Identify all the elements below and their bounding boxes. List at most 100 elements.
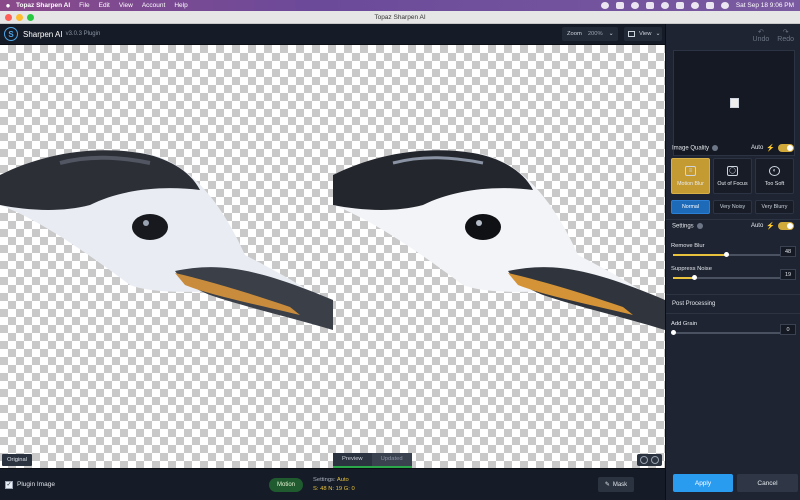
- lightning-icon: ⚡: [766, 223, 775, 230]
- image-quality-auto-toggle[interactable]: [778, 144, 794, 152]
- undo-icon: ↶: [757, 29, 764, 36]
- image-quality-auto: Auto ⚡: [751, 144, 794, 152]
- battery-icon[interactable]: [675, 2, 684, 9]
- plugin-image-checkbox[interactable]: ✓: [5, 481, 13, 489]
- window-title: Topaz Sharpen AI: [374, 13, 426, 21]
- settings-summary: Settings: Auto S: 48 N: 19 G: 0: [313, 476, 355, 494]
- menu-file[interactable]: File: [79, 2, 89, 9]
- remove-blur-label: Remove Blur: [671, 243, 705, 249]
- mac-menubar: ● Topaz Sharpen AI File Edit View Accoun…: [0, 0, 800, 11]
- settings-summary-value: Auto: [336, 477, 349, 483]
- info-icon[interactable]: [712, 145, 719, 151]
- status-icon[interactable]: [645, 2, 654, 9]
- preview-tabs: Preview Updated: [333, 453, 412, 468]
- mode-label: Motion Blur: [677, 180, 704, 187]
- g-label: G:: [343, 486, 350, 492]
- suppress-noise-knob[interactable]: [691, 275, 697, 280]
- status-icon[interactable]: [660, 2, 669, 9]
- blur-mode-selector: ≡ Motion Blur ◯ Out of Focus ◐ Too Soft: [671, 158, 794, 194]
- menu-edit[interactable]: Edit: [99, 2, 110, 9]
- undo-label: Undo: [752, 36, 770, 43]
- remove-blur-knob[interactable]: [723, 252, 729, 257]
- g-value: 0: [351, 486, 355, 492]
- tab-preview[interactable]: Preview: [333, 453, 372, 468]
- add-grain-track[interactable]: [671, 330, 783, 335]
- suppress-noise-fill: [673, 277, 694, 279]
- undo-button[interactable]: ↶ Undo: [753, 28, 770, 43]
- menubar-app-name[interactable]: Topaz Sharpen AI: [16, 2, 70, 9]
- n-value: 19: [335, 486, 343, 492]
- auto-label: Auto: [750, 145, 764, 151]
- image-canvas[interactable]: Original Preview Updated: [0, 45, 665, 468]
- compare-alt-icon[interactable]: [651, 456, 659, 464]
- mask-button-label: Mask: [612, 481, 628, 488]
- s-value: 48: [320, 486, 327, 492]
- minimize-window-icon[interactable]: [16, 14, 23, 21]
- search-icon[interactable]: [705, 2, 714, 9]
- suppress-noise-value[interactable]: 19: [780, 269, 796, 280]
- settings-auto-toggle[interactable]: [778, 222, 794, 230]
- close-window-icon[interactable]: [5, 14, 12, 21]
- settings-title: Settings: [672, 223, 703, 230]
- window-titlebar: Topaz Sharpen AI: [0, 11, 800, 24]
- divider: [666, 313, 800, 314]
- too-soft-icon: ◐: [769, 165, 780, 176]
- mode-label: Too Soft: [764, 180, 785, 187]
- control-center-icon[interactable]: [720, 2, 729, 9]
- add-grain-value[interactable]: 0: [780, 324, 796, 335]
- zoom-dropdown[interactable]: Zoom 200% ⌄: [562, 27, 618, 41]
- cancel-button[interactable]: Cancel: [737, 474, 798, 492]
- status-icon[interactable]: [615, 2, 624, 9]
- suppress-noise-label: Suppress Noise: [671, 266, 712, 272]
- noise-level-selector: Normal Very Noisy Very Blurry: [671, 200, 794, 214]
- status-icon[interactable]: [630, 2, 639, 9]
- redo-icon: ↷: [782, 29, 789, 36]
- remove-blur-track[interactable]: [673, 252, 783, 257]
- view-dropdown[interactable]: View ⌄: [624, 27, 662, 41]
- plugin-image-label: Plugin Image: [17, 481, 55, 488]
- compare-icon[interactable]: [640, 456, 648, 464]
- bottom-bar: ✓ Plugin Image Motion Settings: Auto S: …: [0, 468, 665, 500]
- mask-button[interactable]: ✎ Mask: [598, 477, 634, 492]
- zoom-window-icon[interactable]: [27, 14, 34, 21]
- menu-account[interactable]: Account: [142, 2, 166, 9]
- settings-summary-label: Settings:: [313, 477, 336, 483]
- topaz-logo-icon: S: [4, 27, 18, 41]
- menubar-clock[interactable]: Sat Sep 18 9:06 PM: [736, 2, 794, 9]
- mode-too-soft[interactable]: ◐ Too Soft: [755, 158, 794, 194]
- divider: [666, 294, 800, 295]
- zoom-label: Zoom: [567, 31, 582, 37]
- suppress-noise-track[interactable]: [673, 275, 783, 280]
- brush-icon: ✎: [604, 482, 610, 488]
- undo-redo: ↶ Undo ↷ Redo: [753, 28, 794, 43]
- remove-blur-value[interactable]: 48: [780, 246, 796, 257]
- image-quality-label: Image Quality: [672, 145, 710, 152]
- remove-blur-slider: Remove Blur 48: [671, 243, 796, 265]
- s-label: S:: [313, 486, 319, 492]
- app-name: Sharpen AI: [23, 29, 63, 39]
- view-label: View: [639, 31, 652, 37]
- redo-label: Redo: [777, 36, 794, 43]
- status-icon[interactable]: [600, 2, 609, 9]
- noise-very-noisy[interactable]: Very Noisy: [713, 200, 752, 214]
- wifi-icon[interactable]: [690, 2, 699, 9]
- navigator-preview[interactable]: [673, 50, 795, 156]
- add-grain-knob[interactable]: [671, 330, 676, 335]
- noise-normal[interactable]: Normal: [671, 200, 710, 214]
- mode-motion-blur[interactable]: ≡ Motion Blur: [671, 158, 710, 194]
- navigator-thumbnail[interactable]: [729, 98, 739, 108]
- info-icon[interactable]: [696, 223, 703, 229]
- app-version: v3.0.3 Plugin: [65, 31, 101, 37]
- menu-help[interactable]: Help: [174, 2, 187, 9]
- settings-label: Settings: [672, 223, 694, 230]
- lightning-icon: ⚡: [766, 145, 775, 152]
- mode-label: Out of Focus: [717, 180, 748, 187]
- zoom-value: 200%: [587, 31, 603, 37]
- mode-out-of-focus[interactable]: ◯ Out of Focus: [713, 158, 752, 194]
- redo-button[interactable]: ↷ Redo: [777, 28, 794, 43]
- apple-menu-icon[interactable]: ●: [0, 1, 16, 10]
- noise-very-blurry[interactable]: Very Blurry: [755, 200, 794, 214]
- apply-button[interactable]: Apply: [673, 474, 733, 492]
- menu-view[interactable]: View: [119, 2, 133, 9]
- tab-updated[interactable]: Updated: [371, 453, 412, 468]
